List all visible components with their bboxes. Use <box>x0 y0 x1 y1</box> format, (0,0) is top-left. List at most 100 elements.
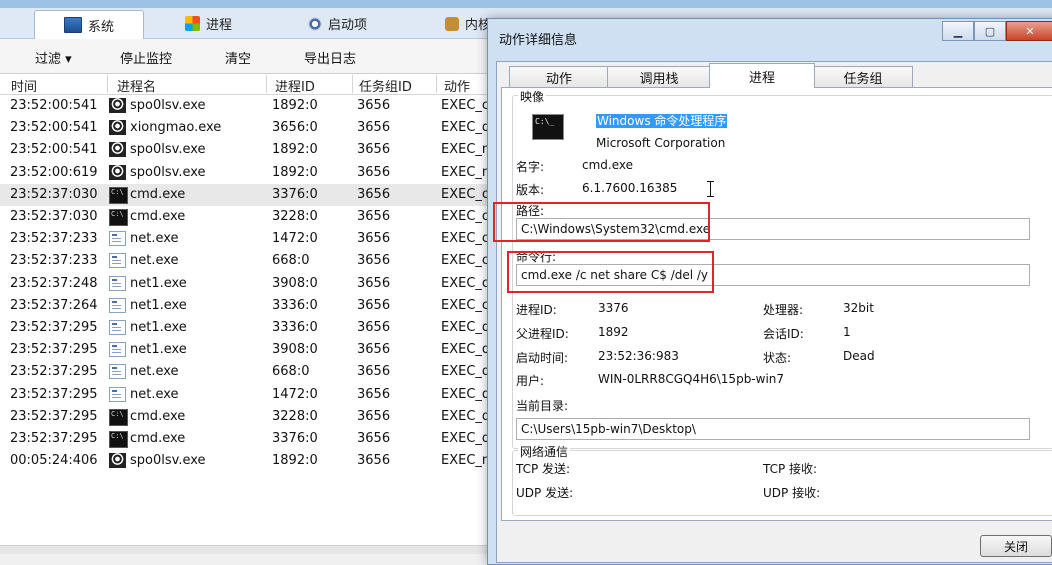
cell-time: 23:52:37:295 <box>10 364 98 380</box>
cell-group-id: 3656 <box>357 209 391 224</box>
cell-pid: 1892:0 <box>272 453 318 469</box>
processor-label: 处理器: <box>763 303 804 317</box>
minimize-button[interactable]: ▁ <box>942 21 974 41</box>
cell-process-name: spo0lsv.exe <box>130 142 206 158</box>
panda-exe-icon <box>109 453 126 469</box>
cell-time: 23:52:37:233 <box>10 231 98 247</box>
cell-process-name: cmd.exe <box>130 186 186 202</box>
close-button[interactable]: 关闭 <box>980 535 1052 557</box>
cell-group-id: 3656 <box>357 386 391 402</box>
cell-process-name: spo0lsv.exe <box>130 453 206 469</box>
tab-startup[interactable]: 启动项 <box>308 10 367 37</box>
column-header-pid[interactable]: 进程ID <box>275 76 315 95</box>
system-icon <box>63 17 82 33</box>
tab-action[interactable]: 动作 <box>509 66 609 87</box>
cell-group-id: 3656 <box>357 408 391 424</box>
version-label: 版本: <box>516 183 545 197</box>
tcp-receive-label: TCP 接收: <box>763 462 818 476</box>
maximize-icon: ▢ <box>984 24 996 38</box>
column-header-group-id[interactable]: 任务组ID <box>359 76 412 95</box>
cell-time: 23:52:37:295 <box>10 408 98 424</box>
text-cursor-icon <box>707 181 714 197</box>
cell-time: 23:52:37:030 <box>10 209 98 224</box>
tab-system[interactable]: 系统 <box>34 10 144 39</box>
panda-exe-icon <box>109 164 126 180</box>
cell-pid: 3336:0 <box>272 297 318 313</box>
tab-call-stack[interactable]: 调用栈 <box>607 66 711 87</box>
cell-process-name: net1.exe <box>130 297 187 313</box>
command-line-highlight-annotation <box>507 251 714 293</box>
udp-receive-label: UDP 接收: <box>763 486 821 500</box>
current-directory-field[interactable]: C:\Users\15pb-win7\Desktop\ <box>516 418 1030 440</box>
cell-pid: 3656:0 <box>272 120 318 136</box>
image-group-title: 映像 <box>518 88 547 105</box>
column-separator[interactable] <box>107 75 108 93</box>
window-controls: ▁ ▢ ✕ <box>942 21 1052 41</box>
cell-process-name: cmd.exe <box>130 431 186 446</box>
name-label: 名字: <box>516 160 545 174</box>
main-title-bar <box>0 0 1052 8</box>
cell-time: 23:52:37:248 <box>10 275 98 291</box>
panda-exe-icon <box>109 120 126 136</box>
cell-time: 23:52:37:030 <box>10 186 98 202</box>
cell-time: 23:52:37:233 <box>10 253 98 269</box>
window-app-icon <box>109 275 126 291</box>
close-window-button[interactable]: ✕ <box>1006 21 1052 41</box>
version-value: 6.1.7600.16385 <box>582 181 678 195</box>
tab-process-detail[interactable]: 进程 <box>709 63 815 88</box>
cell-process-name: cmd.exe <box>130 209 186 224</box>
cell-time: 23:52:37:295 <box>10 386 98 402</box>
clear-button[interactable]: 清空 <box>225 48 251 67</box>
cell-pid: 1892:0 <box>272 142 318 158</box>
stop-monitor-button[interactable]: 停止监控 <box>120 48 172 67</box>
column-separator[interactable] <box>352 75 353 93</box>
cell-group-id: 3656 <box>357 120 391 136</box>
cell-process-name: net1.exe <box>130 320 187 335</box>
kernel-icon <box>445 16 459 31</box>
cmd-console-icon <box>532 114 564 140</box>
column-separator[interactable] <box>436 75 437 93</box>
maximize-button[interactable]: ▢ <box>974 21 1006 41</box>
cell-time: 23:52:37:295 <box>10 431 98 446</box>
cell-pid: 1472:0 <box>272 386 318 402</box>
dialog-title: 动作详细信息 <box>499 33 578 48</box>
cell-group-id: 3656 <box>357 297 391 313</box>
pid-value: 3376 <box>598 301 629 315</box>
column-header-time[interactable]: 时间 <box>11 76 37 95</box>
tab-kernel[interactable]: 内核 <box>445 10 491 37</box>
column-header-action[interactable]: 动作 <box>444 76 470 95</box>
cell-group-id: 3656 <box>357 142 391 158</box>
parent-pid-label: 父进程ID: <box>516 327 569 341</box>
tab-task-group[interactable]: 任务组 <box>813 66 913 87</box>
cell-process-name: net1.exe <box>130 275 187 291</box>
cell-time: 23:52:00:541 <box>10 120 98 136</box>
cell-pid: 3336:0 <box>272 320 318 335</box>
name-value: cmd.exe <box>582 158 634 172</box>
column-header-process-name[interactable]: 进程名 <box>117 76 156 95</box>
windows-logo-icon <box>185 16 200 31</box>
window-app-icon <box>109 386 126 402</box>
path-highlight-annotation <box>493 202 710 242</box>
cell-time: 00:05:24:406 <box>10 453 98 469</box>
cell-process-name: spo0lsv.exe <box>130 164 206 180</box>
cell-pid: 3908:0 <box>272 275 318 291</box>
network-group-title: 网络通信 <box>518 443 571 460</box>
minimize-icon: ▁ <box>953 24 963 38</box>
panda-exe-icon <box>109 142 126 158</box>
close-icon: ✕ <box>1025 24 1035 38</box>
cell-group-id: 3656 <box>357 231 391 247</box>
start-time-label: 启动时间: <box>516 351 569 365</box>
cell-process-name: spo0lsv.exe <box>130 98 206 113</box>
pid-label: 进程ID: <box>516 303 557 317</box>
cell-process-name: net.exe <box>130 231 179 247</box>
cell-pid: 3376:0 <box>272 186 318 202</box>
filter-button[interactable]: 过滤 ▾ <box>35 48 72 67</box>
column-separator[interactable] <box>266 75 267 93</box>
export-log-button[interactable]: 导出日志 <box>304 48 356 67</box>
cell-time: 23:52:37:295 <box>10 342 98 358</box>
cell-pid: 668:0 <box>272 364 310 380</box>
state-value: Dead <box>843 349 875 363</box>
processor-value: 32bit <box>843 301 874 315</box>
tab-process[interactable]: 进程 <box>185 10 232 37</box>
image-description: Windows 命令处理程序 <box>596 114 728 128</box>
